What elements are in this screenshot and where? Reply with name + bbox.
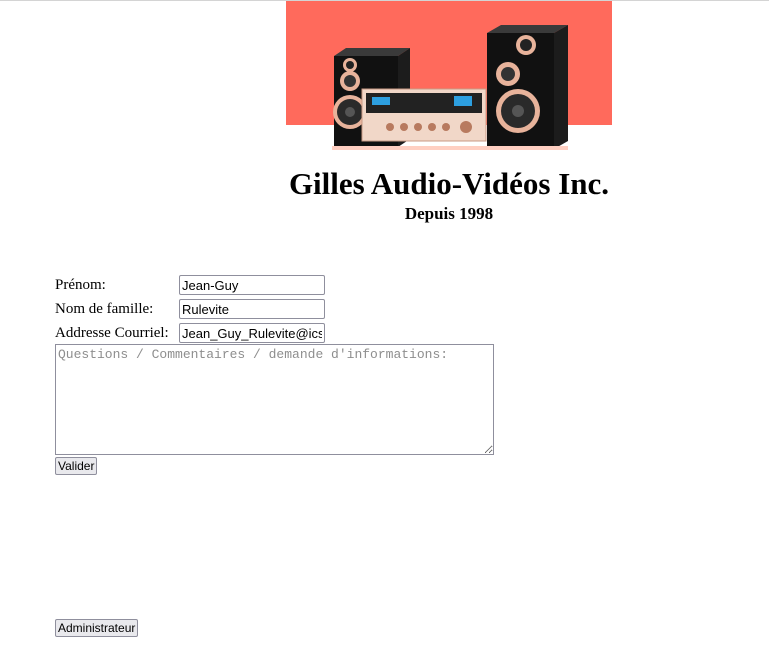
email-label: Addresse Courriel: [55,325,169,341]
page-title: Gilles Audio-Vidéos Inc. [288,166,610,201]
submit-button[interactable]: Valider [55,457,98,475]
admin-button[interactable]: Administrateur [55,619,139,637]
last-name-field[interactable] [179,299,325,319]
first-name-label: Prénom: [55,277,106,293]
email-field[interactable] [179,323,325,343]
page-subtitle: Depuis 1998 [404,204,494,223]
comments-textarea[interactable] [55,344,494,455]
stereo-banner-image [286,1,612,152]
first-name-field[interactable] [179,275,325,295]
last-name-label: Nom de famille: [55,301,154,317]
